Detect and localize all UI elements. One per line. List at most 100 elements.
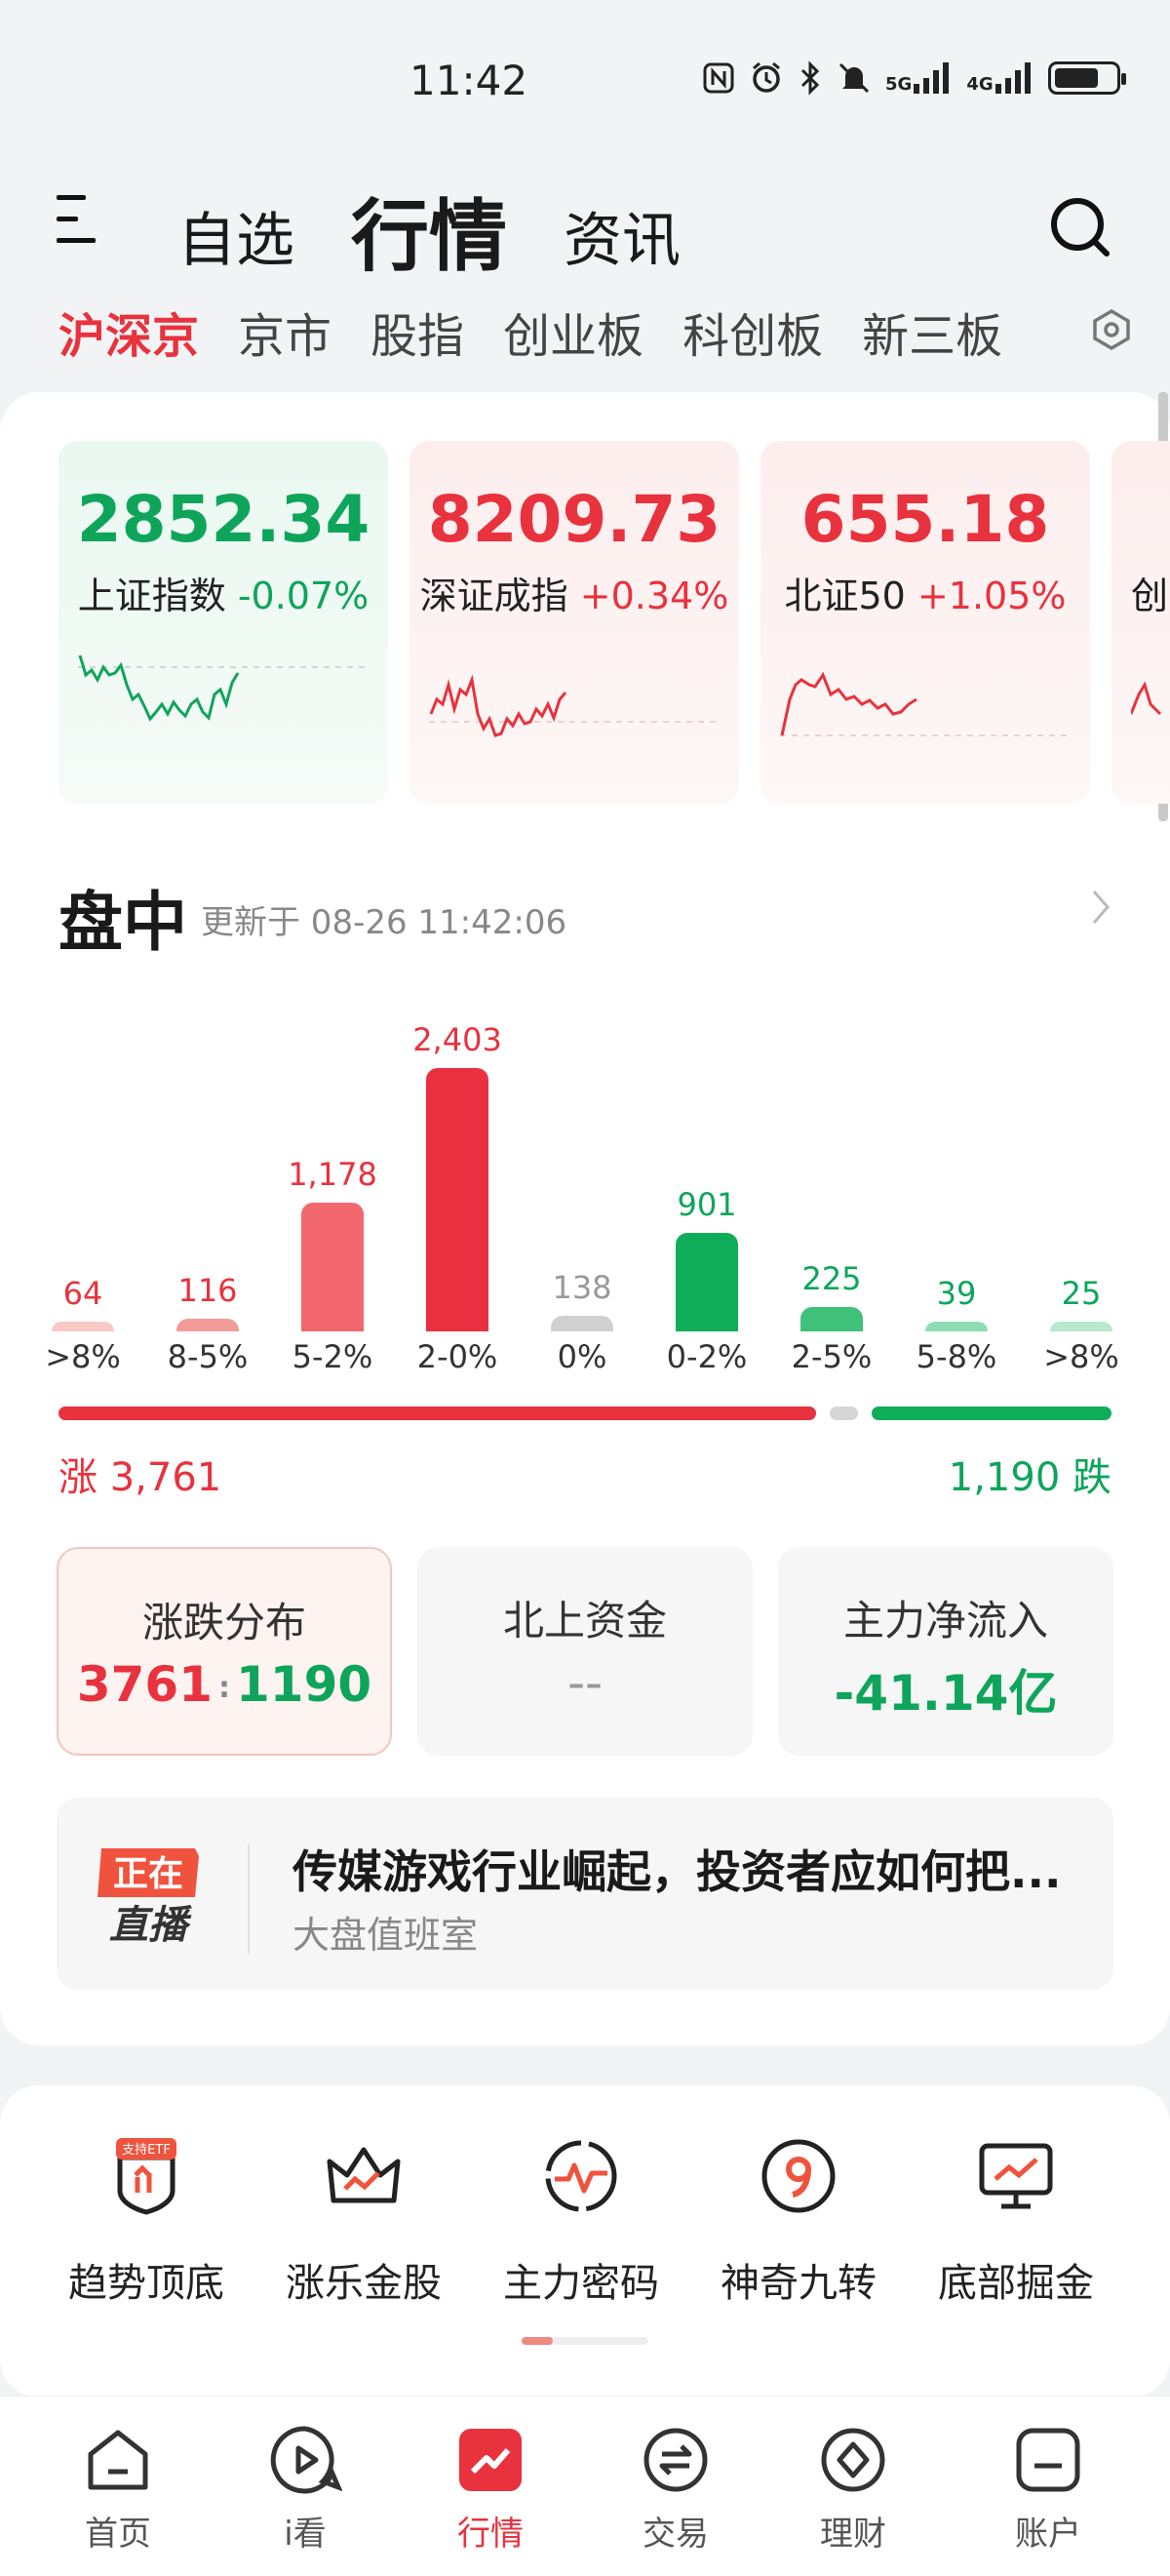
signal-4g-icon: 4G [966,62,1034,94]
divider [248,1844,250,1954]
nav-label: 行情 [457,2515,524,2554]
monitor-chart-icon [979,2143,1053,2209]
distribution-bar-column: 64 [52,1275,114,1331]
index-card-shenzhen[interactable]: 8209.73 深证成指 +0.34% [410,441,739,804]
distribution-bar-value: 1,178 [288,1156,377,1193]
tool-bottom-gold[interactable]: 底部掘金 [918,2136,1113,2308]
tool-label: 涨乐金股 [286,2261,442,2306]
distribution-bar [551,1316,613,1331]
search-icon[interactable] [1048,195,1112,259]
subtab-kechuangban[interactable]: 科创板 [682,297,823,366]
distribution-bar [301,1203,364,1331]
nav-home[interactable]: 首页 [45,2423,191,2555]
index-card-bz50[interactable]: 655.18 北证50 +1.05% [760,441,1090,804]
index-sparkline [429,674,722,737]
live-broadcast-card[interactable]: 正在 直播 传媒游戏行业崛起，投资者应如何把... 大盘值班室 [57,1798,1113,1990]
section-title: 盘中 [58,885,187,960]
index-name-row: 上证指数 -0.07% [58,566,388,619]
tool-badge: 支持ETF [122,2143,171,2158]
index-card-shanghai[interactable]: 2852.34 上证指数 -0.07% [58,441,388,804]
distribution-category-label: 2-5% [791,1338,873,1375]
index-value: 655.18 [800,482,1050,557]
distribution-bar-column: 1,178 [288,1156,377,1331]
tab-watchlist[interactable]: 自选 [177,193,294,278]
index-change: +0.34% [579,575,729,617]
menu-icon[interactable] [57,195,99,244]
distribution-bar-column: 138 [551,1269,613,1331]
mute-icon [838,62,870,94]
tool-trend-top-bottom[interactable]: 支持ETF 趋势顶底 [49,2136,244,2308]
stat-value: 3761:1190 [58,1656,390,1713]
distribution-bar-column: 901 [676,1186,738,1331]
distribution-bar-column: 25 [1050,1275,1112,1331]
nav-trade[interactable]: 交易 [603,2423,749,2555]
subtab-chuangyeban[interactable]: 创业板 [503,297,644,366]
market-icon [459,2429,522,2491]
crown-icon [327,2147,401,2203]
distribution-bar [176,1319,239,1331]
nav-market[interactable]: 行情 [417,2423,564,2555]
home-icon [88,2430,148,2490]
settings-icon[interactable] [1090,308,1133,351]
signal-5g-icon: 5G [885,62,953,94]
distribution-bar-value: 901 [677,1186,737,1223]
index-name: 北证50 [784,575,906,617]
distribution-bar [800,1307,863,1331]
chevron-right-icon[interactable] [1090,888,1113,927]
shield-chart-icon: 支持ETF [116,2138,176,2215]
tool-label: 趋势顶底 [68,2261,224,2306]
battery-icon [1047,61,1126,95]
tool-magic-nine[interactable]: 神奇九转 [701,2136,896,2308]
pulse-icon [545,2140,617,2212]
distribution-bar [1050,1322,1112,1331]
distribution-category-label: >8% [45,1338,121,1375]
account-icon [1016,2428,1080,2492]
tools-pager [522,2337,648,2345]
rise-count-label: 涨 3,761 [58,1455,222,1500]
flat-progress-bar [830,1407,858,1420]
nine-icon [761,2139,836,2213]
stat-card-northbound[interactable]: 北上资金 -- [417,1547,753,1756]
subtab-hushenjing[interactable]: 沪深京 [58,297,199,366]
nav-ikan[interactable]: i看 [232,2423,378,2555]
live-badge-icon: 正在 直播 [98,1848,199,1948]
distribution-bar-value: 116 [177,1272,238,1309]
stat-down-value: 1190 [236,1656,372,1713]
subtab-jingshi[interactable]: 京市 [238,297,332,366]
tool-label: 底部掘金 [938,2261,1094,2306]
subtab-xinsanban[interactable]: 新三板 [862,297,1002,366]
distribution-category-label: 2-0% [416,1338,498,1375]
tab-news[interactable]: 资讯 [564,193,681,278]
tab-market[interactable]: 行情 [351,174,507,287]
nav-label: 首页 [85,2515,151,2554]
nav-wealth[interactable]: 理财 [780,2423,926,2555]
live-badge-top: 正在 [113,1854,183,1894]
nav-label: 理财 [820,2515,886,2554]
distribution-category-label: 8-5% [167,1338,249,1375]
distribution-bar-column: 225 [800,1260,863,1331]
tool-golden-stock[interactable]: 涨乐金股 [266,2136,461,2308]
net-type-1: 5G [885,74,913,95]
index-value: 8209.73 [427,482,722,557]
stat-card-main-inflow[interactable]: 主力净流入 -41.14亿 [778,1547,1113,1756]
update-time: 更新于 08-26 11:42:06 [201,903,567,942]
stat-card-distribution[interactable]: 涨跌分布 3761:1190 [57,1547,392,1756]
distribution-bar-value: 138 [552,1269,612,1306]
play-icon [270,2426,342,2494]
nav-account[interactable]: 账户 [975,2423,1121,2555]
live-subtitle: 大盘值班室 [292,1914,479,1957]
subtab-guzhi[interactable]: 股指 [370,297,464,366]
rise-fall-distribution-chart[interactable]: 64 >8% 116 8-5% 1,178 5-2% 2,403 2-0% 138 0% 901 0-… [0,975,1170,1405]
fall-count-label: 1,190 跌 [948,1455,1112,1500]
stat-value: -- [566,1654,604,1711]
index-card-partial[interactable]: 创 [1112,441,1170,804]
distribution-bar [52,1322,114,1331]
index-name: 上证指数 [77,575,226,617]
distribution-category-label: 5-2% [292,1338,373,1375]
tool-main-code[interactable]: 主力密码 [484,2136,679,2308]
fall-progress-bar [872,1407,1112,1420]
index-name: 深证成指 [419,575,568,617]
live-badge-bottom: 直播 [109,1903,192,1948]
distribution-bar-column: 2,403 [412,1021,502,1331]
index-sparkline [78,654,370,722]
